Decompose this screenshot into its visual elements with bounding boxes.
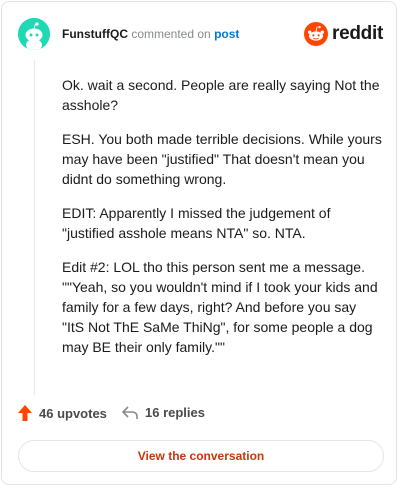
username-link[interactable]: FunstuffQC [62,27,128,41]
thread-line [34,60,35,395]
comment-paragraph: Edit #2: LOL tho this person sent me a m… [62,259,378,355]
replies-count: 16 replies [145,405,205,420]
reddit-logo-icon [304,22,328,46]
comment-header: FunstuffQC commented on post reddit [18,18,383,50]
comment-embed-card: FunstuffQC commented on post reddit Ok. … [1,1,397,485]
upvote-arrow-icon [18,405,32,421]
replies-stat[interactable]: 16 replies [122,405,205,420]
upvotes-stat[interactable]: 46 upvotes [18,405,107,421]
snoo-avatar-icon[interactable] [18,18,50,50]
comment-body: Ok. wait a second. People are really say… [62,75,382,371]
reply-arrow-icon [122,405,138,419]
comment-paragraph: Ok. wait a second. People are really say… [62,77,380,113]
reddit-logo[interactable]: reddit [304,22,383,46]
comment-paragraph: EDIT: Apparently I missed the judgement … [62,205,331,241]
comment-meta: FunstuffQC commented on post [62,27,239,41]
action-text: commented on [131,27,211,41]
upvotes-count: 46 upvotes [39,405,107,421]
post-link[interactable]: post [214,27,239,41]
comment-paragraph: ESH. You both made terrible decisions. W… [62,131,382,187]
reddit-wordmark: reddit [332,23,383,44]
view-conversation-button[interactable]: View the conversation [18,440,384,472]
